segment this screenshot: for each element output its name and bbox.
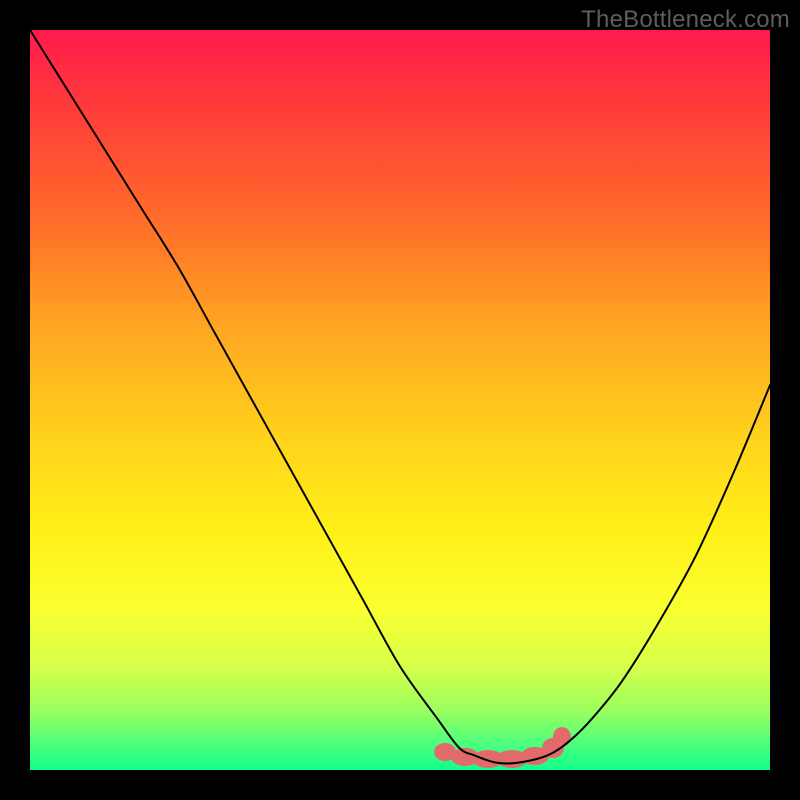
bottleneck-chart-svg: [30, 30, 770, 770]
plot-area: [30, 30, 770, 770]
chart-container: TheBottleneck.com: [0, 0, 800, 800]
bottleneck-curve-path: [30, 30, 770, 764]
valley-highlight: [434, 727, 571, 768]
